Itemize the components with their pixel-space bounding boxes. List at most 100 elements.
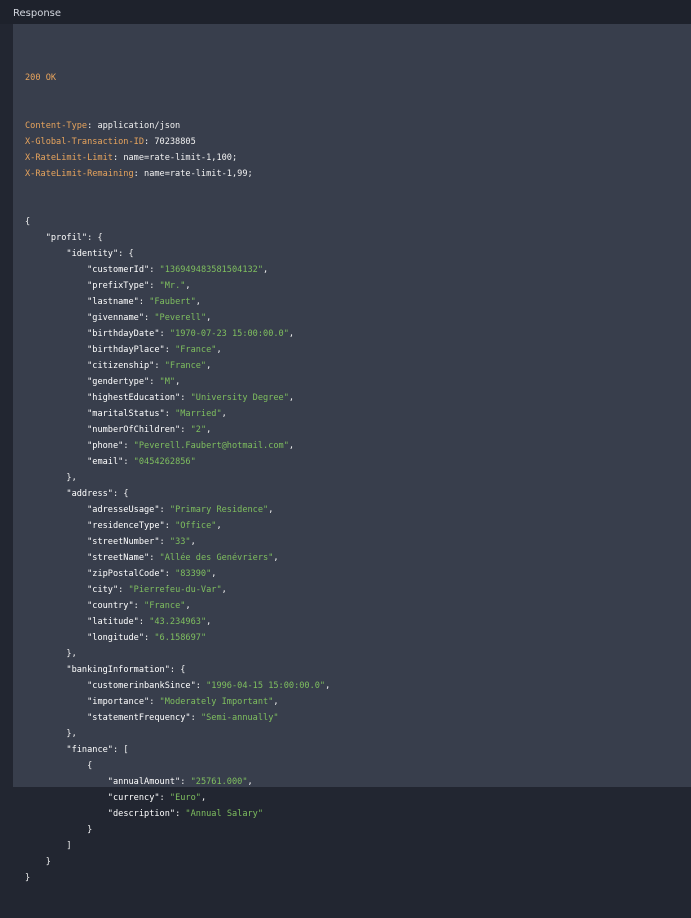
json-line: "gendertype": "M", (25, 374, 330, 390)
punctuation: , (175, 377, 181, 387)
json-key: "customerinbankSince" (87, 681, 196, 691)
json-line: "address": { (25, 486, 330, 502)
punctuation: : (133, 169, 145, 179)
punctuation: : (164, 521, 176, 531)
punctuation: : { (118, 249, 134, 259)
json-line: ] (25, 838, 330, 854)
punctuation: : (123, 457, 134, 467)
json-string-value: "Office" (175, 521, 217, 531)
json-key: "finance" (66, 745, 113, 755)
json-key: "givenname" (87, 313, 145, 323)
json-line: "prefixType": "Mr.", (25, 278, 330, 294)
punctuation: , (263, 265, 269, 275)
punctuation: : (164, 345, 176, 355)
json-key: "statementFrequency" (87, 713, 191, 723)
punctuation: , (211, 569, 217, 579)
json-string-value: "2" (190, 425, 207, 435)
json-line: { (25, 758, 330, 774)
json-string-value: "0454262856" (133, 457, 196, 467)
punctuation: { (25, 217, 31, 227)
punctuation: , (200, 793, 207, 803)
punctuation: , (288, 393, 295, 403)
json-key: "citizenship" (87, 361, 155, 371)
punctuation: : { (169, 665, 186, 675)
json-key: "birthdayDate" (87, 329, 160, 339)
json-string-value: "Allée des Genévriers" (159, 553, 274, 563)
punctuation: : (138, 297, 150, 307)
punctuation: : (149, 377, 160, 387)
json-string-value: "Faubert" (149, 297, 196, 307)
json-line: "statementFrequency": "Semi-annually" (25, 710, 330, 726)
header-name: X-RateLimit-Limit (25, 153, 113, 163)
punctuation: : (195, 681, 207, 691)
punctuation: : (112, 153, 124, 163)
header-value: name=rate-limit-1,100; (123, 153, 238, 163)
json-string-value: "France" (175, 345, 217, 355)
punctuation: : (149, 281, 160, 291)
json-string-value: "Married" (175, 409, 222, 419)
json-line: }, (25, 470, 330, 486)
punctuation: : (138, 617, 150, 627)
punctuation: : (175, 809, 186, 819)
json-key: "identity" (66, 249, 119, 259)
response-body: { "profil": { "identity": { "customerId"… (25, 214, 330, 886)
punctuation: : (144, 633, 155, 643)
json-string-value: "Pierrefeu-du-Var" (128, 585, 222, 595)
punctuation: , (206, 617, 212, 627)
header-name: X-RateLimit-Remaining (25, 169, 134, 179)
punctuation: , (273, 553, 279, 563)
punctuation: : (154, 361, 165, 371)
json-key: "address" (66, 489, 113, 499)
punctuation: , (325, 681, 331, 691)
punctuation: }, (66, 649, 77, 659)
punctuation: , (216, 345, 222, 355)
json-line: "annualAmount": "25761.000", (25, 774, 330, 790)
header-value: application/json (97, 121, 181, 131)
punctuation: : (180, 393, 191, 403)
punctuation: : (123, 441, 134, 451)
response-header-line: X-RateLimit-Limit: name=rate-limit-1,100… (25, 150, 330, 166)
json-key: "lastname" (87, 297, 139, 307)
header-value: name=rate-limit-1,99; (144, 169, 253, 179)
punctuation: : (144, 137, 155, 147)
json-string-value: "University Degree" (190, 393, 289, 403)
response-headers: Content-Type: application/json X-Global-T… (25, 118, 330, 182)
punctuation: , (247, 777, 253, 787)
json-key: "maritalStatus" (87, 409, 165, 419)
json-line: "latitude": "43.234963", (25, 614, 330, 630)
header-value: 70238805 (154, 137, 196, 147)
punctuation: : (133, 601, 145, 611)
punctuation: : (144, 313, 155, 323)
json-key: "bankingInformation" (66, 665, 170, 675)
json-string-value: "Peverell" (154, 313, 207, 323)
json-key: "email" (87, 457, 124, 467)
json-line: }, (25, 646, 330, 662)
punctuation: , (185, 601, 191, 611)
response-panel: 200 OK Content-Type: application/json X-G… (13, 24, 691, 883)
json-line: } (25, 870, 330, 886)
response-header: Response (0, 0, 691, 24)
punctuation: , (288, 441, 295, 451)
json-key: "description" (107, 809, 176, 819)
json-line: }, (25, 726, 330, 742)
json-line: { (25, 214, 330, 230)
punctuation: : (180, 425, 191, 435)
